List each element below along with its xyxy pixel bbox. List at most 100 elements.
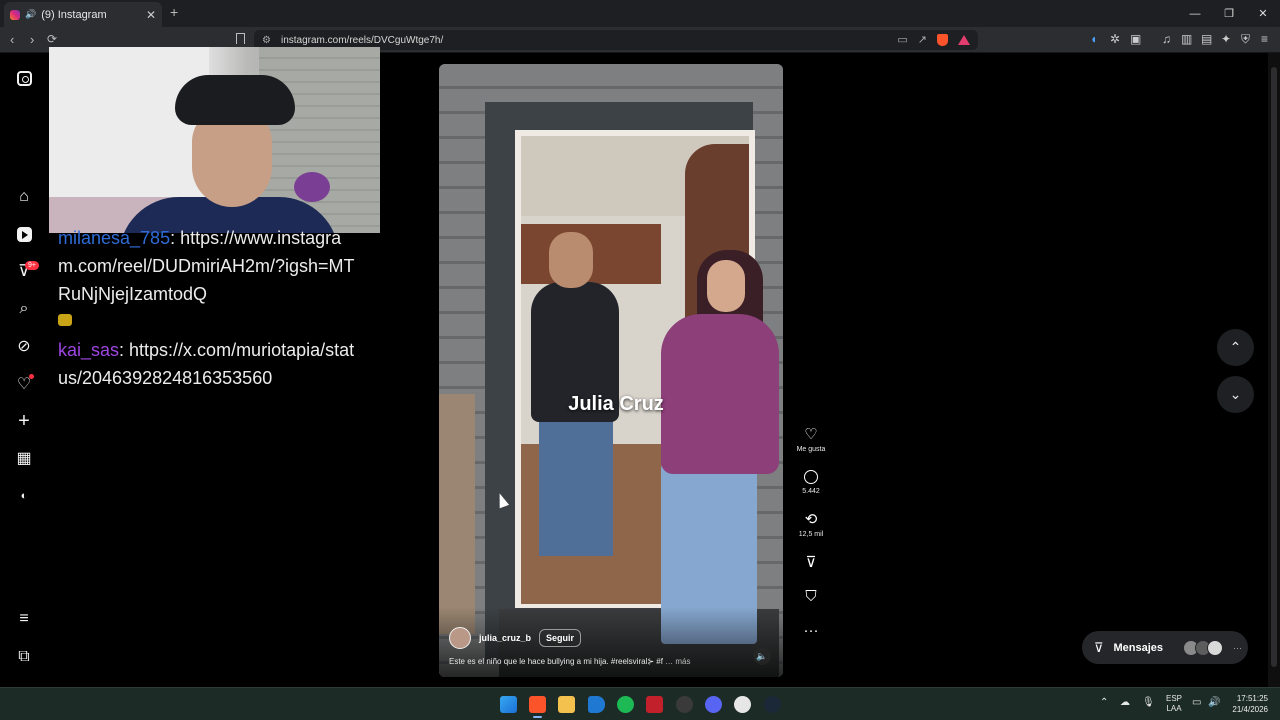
speaker-icon[interactable]: 🔊 — [25, 9, 36, 20]
like-label: Me gusta — [796, 446, 826, 453]
home-icon[interactable]: ⌂ — [14, 187, 34, 207]
keyboard-layout: LAA — [1166, 704, 1182, 713]
reposts-count: 12,5 mil — [798, 531, 824, 538]
bookmark-icon[interactable] — [236, 33, 245, 44]
bookmark-save-icon: ⛉ — [805, 588, 817, 605]
scrollbar-thumb[interactable] — [1271, 67, 1277, 667]
wallet-card-icon[interactable]: ▤ — [1201, 32, 1212, 46]
obs-icon[interactable] — [676, 696, 693, 713]
dashboard-icon[interactable]: ▦ — [14, 448, 34, 468]
network-icon[interactable]: ▭ — [1192, 697, 1201, 708]
close-window-button[interactable]: ✕ — [1246, 0, 1280, 27]
url-text[interactable]: instagram.com/reels/DVCguWtge7h/ — [281, 35, 443, 46]
language-code: ESP — [1166, 694, 1183, 703]
profile-icon[interactable]: ◐ — [14, 486, 34, 506]
repost-button[interactable]: ⟲ 12,5 mil — [794, 511, 828, 538]
back-button[interactable]: ‹ — [10, 32, 14, 47]
follow-button[interactable]: Seguir — [539, 629, 582, 647]
next-reel-button[interactable]: ⌄ — [1217, 376, 1254, 413]
repost-icon: ⟲ — [804, 511, 818, 528]
onedrive-icon[interactable]: ☁ — [1120, 697, 1130, 708]
reel-caption: Este es el niño que le hace bullying a m… — [449, 657, 749, 666]
steam-icon[interactable] — [764, 696, 781, 713]
brave-rewards-icon[interactable] — [958, 34, 970, 45]
chevron-down-icon: ⌄ — [1229, 386, 1242, 402]
sidebar-toggle-icon[interactable]: ▥ — [1181, 32, 1192, 46]
share-button[interactable]: ⊽ — [794, 554, 828, 572]
save-button[interactable]: ⛉ — [794, 588, 828, 606]
browser-menu-icon[interactable]: ≡ — [1261, 32, 1268, 46]
brave-browser-icon[interactable] — [529, 696, 546, 718]
volume-icon[interactable]: 🔊 — [1208, 697, 1220, 708]
leo-ai-icon[interactable]: ✦ — [1221, 32, 1231, 46]
instagram-sidebar: ⌂ ⊽ ⌕ ⊘ ♡ + ▦ ◐ ≡ ⧉ — [0, 53, 48, 687]
new-tab-button[interactable]: + — [170, 4, 178, 20]
chat-username: milanesa_785 — [58, 228, 171, 248]
language-indicator[interactable]: ESP LAA — [1166, 694, 1182, 714]
messages-icon: ⊽ — [1094, 639, 1104, 655]
explore-icon[interactable]: ⊘ — [14, 336, 34, 356]
send-icon: ⊽ — [805, 554, 817, 571]
comment-icon — [804, 470, 818, 484]
share-icon[interactable]: ↗ — [918, 33, 927, 46]
media-icon[interactable]: ♫ — [1162, 32, 1171, 46]
tray-overflow-icon[interactable]: ⌃ — [1100, 697, 1108, 708]
spotify-icon[interactable] — [617, 696, 634, 713]
search-icon[interactable]: ⌕ — [14, 299, 34, 319]
brave-shields-icon[interactable] — [937, 33, 948, 46]
vpn-icon[interactable]: ⛨ — [1241, 32, 1250, 47]
system-clock[interactable]: 17:51:25 21/4/2026 — [1232, 693, 1268, 715]
maximize-button[interactable]: ❐ — [1212, 0, 1246, 27]
like-button[interactable]: ♡ Me gusta — [794, 426, 828, 453]
bing-icon[interactable] — [588, 696, 605, 713]
author-username[interactable]: julia_cruz_b — [479, 633, 531, 643]
page-scrollbar[interactable] — [1268, 53, 1280, 687]
speaker-muted-icon: 🔈 — [756, 650, 768, 661]
screenshot-icon[interactable]: ▣ — [1130, 32, 1141, 46]
more-dots-icon: ··· — [803, 622, 819, 639]
ccleaner-icon[interactable] — [734, 696, 751, 713]
reel-video[interactable]: Julia Cruz julia_cruz_b Seguir Este es e… — [439, 64, 783, 677]
more-options-button[interactable]: ··· — [794, 622, 828, 640]
messages-button[interactable]: ⊽ Mensajes ··· — [1082, 631, 1248, 664]
more-apps-icon[interactable]: ⧉ — [14, 647, 34, 667]
messages-badge: 9+ — [25, 261, 39, 270]
reels-icon[interactable] — [14, 224, 34, 244]
menu-icon[interactable]: ≡ — [14, 609, 34, 629]
author-avatar[interactable] — [449, 627, 471, 649]
clock-time: 17:51:25 — [1236, 694, 1268, 703]
instagram-logo-icon[interactable] — [14, 68, 34, 88]
site-settings-icon[interactable]: ⚙ — [262, 35, 271, 46]
previous-reel-button[interactable]: ⌃ — [1217, 329, 1254, 366]
reload-button[interactable]: ⟳ — [47, 32, 57, 46]
clock-date: 21/4/2026 — [1232, 705, 1268, 714]
notifications-dot — [29, 374, 34, 379]
windows-start-icon[interactable] — [500, 696, 517, 713]
file-explorer-icon[interactable] — [558, 696, 575, 713]
messages-label: Mensajes — [1113, 641, 1164, 654]
caption-text: Este es el niño que le hace bullying a m… — [449, 657, 663, 666]
mute-button[interactable]: 🔈 — [753, 647, 771, 665]
cast-icon[interactable]: ▭ — [897, 33, 907, 46]
chat-username: kai_sas — [58, 340, 120, 360]
caption-more-link[interactable]: … más — [665, 657, 690, 666]
comments-count: 5.442 — [802, 488, 820, 495]
app-icon[interactable] — [646, 696, 663, 713]
minimize-button[interactable]: — — [1178, 0, 1212, 27]
heart-icon: ♡ — [804, 426, 818, 443]
discord-icon[interactable] — [705, 696, 722, 713]
message-avatars — [1183, 639, 1224, 656]
comment-button[interactable]: 5.442 — [794, 468, 828, 495]
reel-overlay-text: Julia Cruz — [568, 393, 664, 415]
close-tab-icon[interactable]: ✕ — [146, 8, 156, 22]
address-bar-actions: ▭ ↗ — [897, 33, 970, 46]
reel-author: julia_cruz_b Seguir — [449, 627, 582, 649]
tab-instagram[interactable]: 🔊 (9) Instagram ✕ — [4, 2, 162, 27]
wallet-icon[interactable]: ◖ — [1090, 32, 1097, 46]
chevron-up-icon: ⌃ — [1229, 339, 1242, 355]
window-controls: — ❐ ✕ — [1178, 0, 1280, 27]
create-icon[interactable]: + — [14, 410, 34, 432]
extensions-icon[interactable]: ✲ — [1110, 32, 1120, 46]
forward-button[interactable]: › — [30, 32, 34, 47]
microphone-icon[interactable]: 🎙 — [1142, 697, 1155, 708]
